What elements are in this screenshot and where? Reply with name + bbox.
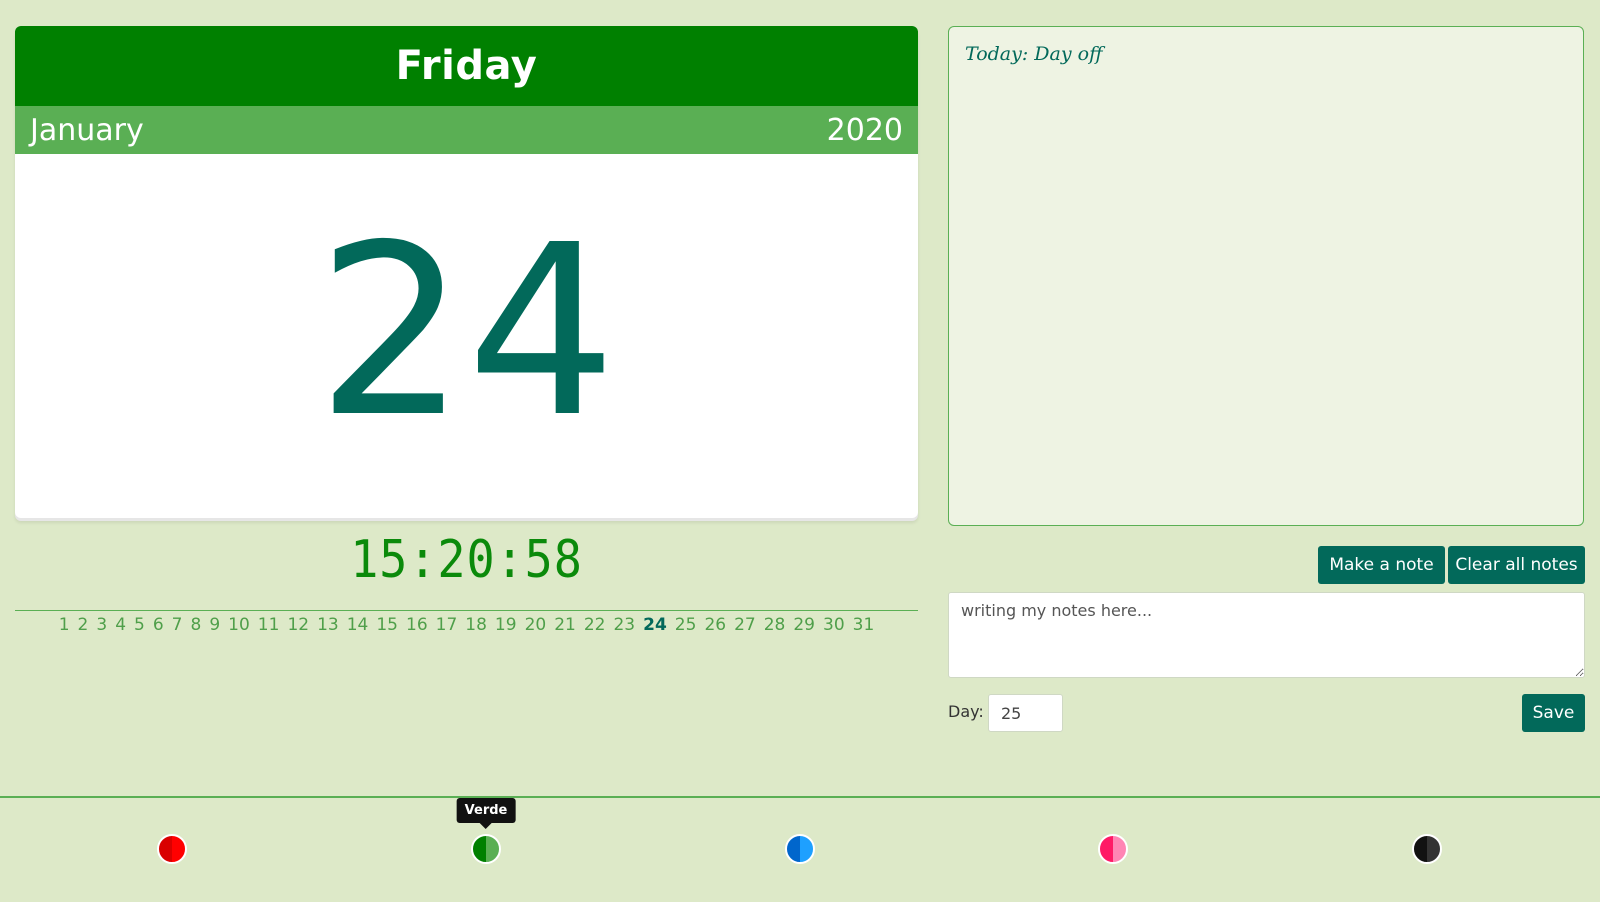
black-theme-swatch[interactable] — [1412, 834, 1442, 864]
pink-theme-swatch[interactable] — [1098, 834, 1128, 864]
day-link[interactable]: 15 — [372, 615, 402, 635]
day-link[interactable]: 5 — [130, 615, 149, 635]
blue-theme-swatch[interactable] — [785, 834, 815, 864]
digital-clock: 15:20:58 — [350, 530, 583, 590]
day-link[interactable]: 2 — [74, 615, 93, 635]
day-link[interactable]: 22 — [580, 615, 610, 635]
day-link[interactable]: 4 — [111, 615, 130, 635]
theme-tooltip: Verde — [456, 798, 516, 829]
note-textarea[interactable] — [948, 592, 1585, 678]
day-link[interactable]: 30 — [819, 615, 849, 635]
day-link[interactable]: 19 — [491, 615, 521, 635]
save-button[interactable]: Save — [1522, 694, 1585, 732]
day-link[interactable]: 21 — [550, 615, 580, 635]
day-link[interactable]: 6 — [149, 615, 168, 635]
day-link[interactable]: 17 — [432, 615, 462, 635]
day-link[interactable]: 27 — [730, 615, 760, 635]
notes-panel: Today: Day off — [948, 26, 1584, 526]
theme-color-bar: Verde — [0, 796, 1600, 902]
day-input[interactable] — [988, 694, 1063, 732]
day-link[interactable]: 31 — [849, 615, 879, 635]
day-link[interactable]: 18 — [461, 615, 491, 635]
day-link[interactable]: 28 — [760, 615, 790, 635]
day-link[interactable]: 26 — [700, 615, 730, 635]
day-link[interactable]: 13 — [313, 615, 343, 635]
day-link[interactable]: 11 — [254, 615, 284, 635]
year-label: 2020 — [826, 112, 903, 148]
date-number: 24 — [316, 194, 617, 469]
make-note-button[interactable]: Make a note — [1318, 546, 1445, 584]
calendar-card: Friday January 2020 24 — [15, 26, 918, 518]
month-label: January — [30, 112, 144, 148]
day-link[interactable]: 29 — [789, 615, 819, 635]
day-link[interactable]: 25 — [671, 615, 701, 635]
clear-all-notes-button[interactable]: Clear all notes — [1448, 546, 1585, 584]
red-theme-swatch[interactable] — [157, 834, 187, 864]
weekday-header: Friday — [15, 26, 918, 106]
day-selector: 1 2 3 4 5 6 7 8 9 10 11 12 13 14 15 16 17 18 19 20 21 22 23 24 2… — [15, 610, 918, 635]
day-label: Day: — [948, 702, 984, 721]
day-link[interactable]: 20 — [521, 615, 551, 635]
day-link[interactable]: 9 — [205, 615, 224, 635]
day-link[interactable]: 24 — [639, 615, 671, 635]
day-link[interactable]: 3 — [92, 615, 111, 635]
today-note: Today: Day off — [965, 43, 1103, 65]
day-link[interactable]: 7 — [168, 615, 187, 635]
day-link[interactable]: 14 — [343, 615, 373, 635]
day-link[interactable]: 10 — [224, 615, 254, 635]
month-year-bar: January 2020 — [15, 106, 918, 154]
day-link[interactable]: 8 — [187, 615, 206, 635]
day-link[interactable]: 16 — [402, 615, 432, 635]
green-theme-swatch[interactable] — [471, 834, 501, 864]
day-link[interactable]: 12 — [283, 615, 313, 635]
day-link[interactable]: 1 — [55, 615, 74, 635]
day-link[interactable]: 23 — [609, 615, 639, 635]
